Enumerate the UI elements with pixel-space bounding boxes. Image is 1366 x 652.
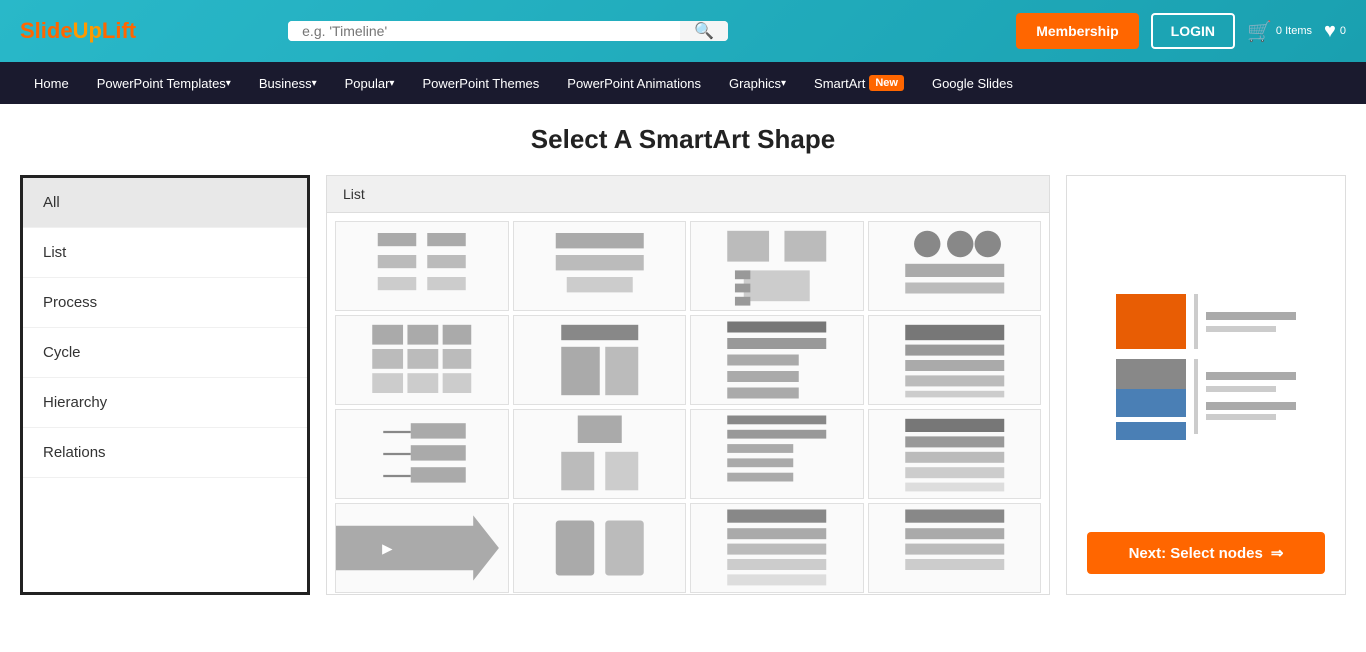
nav-item-home[interactable]: Home [20,62,83,104]
shape-cell-3[interactable] [690,221,864,311]
nav-bar: Home PowerPoint Templates Business Popul… [0,62,1366,104]
nav-item-popular[interactable]: Popular [331,62,409,104]
shape-cell-11[interactable] [690,409,864,499]
new-badge: New [869,75,904,91]
search-bar: 🔍 [288,21,728,41]
login-button[interactable]: LOGIN [1151,13,1235,49]
shape-cell-5[interactable] [335,315,509,405]
shapes-panel: List [326,175,1050,595]
shape-cell-14[interactable] [513,503,687,593]
header: SlideUpLift 🔍 Membership LOGIN 🛒0 Items … [0,0,1366,62]
category-sidebar: All List Process Cycle Hierarchy Relatio… [20,175,310,595]
page-title: Select A SmartArt Shape [20,124,1346,155]
search-button[interactable]: 🔍 [680,21,728,41]
shapes-grid: ▶ [327,213,1049,595]
content-area: All List Process Cycle Hierarchy Relatio… [20,175,1346,595]
svg-text:▶: ▶ [382,541,393,556]
shapes-header: List [327,176,1049,213]
nav-item-ppt-animations[interactable]: PowerPoint Animations [553,62,715,104]
nav-item-ppt-templates[interactable]: PowerPoint Templates [83,62,245,104]
shape-cell-16[interactable] [868,503,1042,593]
shape-cell-12[interactable] [868,409,1042,499]
nav-item-smartart[interactable]: SmartArt New [800,62,918,104]
cart-icon[interactable]: 🛒0 Items [1247,19,1312,44]
shape-cell-7[interactable] [690,315,864,405]
sidebar-item-all[interactable]: All [23,178,307,228]
next-button-label: Next: Select nodes [1129,545,1263,562]
header-right: Membership LOGIN 🛒0 Items ♥0 [1016,13,1346,49]
shape-cell-1[interactable] [335,221,509,311]
shape-cell-13[interactable]: ▶ [335,503,509,593]
wishlist-icon[interactable]: ♥0 [1324,20,1346,43]
sidebar-item-cycle[interactable]: Cycle [23,328,307,378]
preview-panel: Next: Select nodes ⇒ [1066,175,1346,595]
nav-item-graphics[interactable]: Graphics [715,62,800,104]
nav-item-ppt-themes[interactable]: PowerPoint Themes [408,62,553,104]
cart-count: 0 Items [1276,25,1312,37]
sidebar-item-hierarchy[interactable]: Hierarchy [23,378,307,428]
shape-cell-8[interactable] [868,315,1042,405]
shape-cell-10[interactable] [513,409,687,499]
sidebar-item-process[interactable]: Process [23,278,307,328]
logo[interactable]: SlideUpLift [20,18,136,44]
next-button-icon: ⇒ [1271,544,1284,562]
shape-cell-9[interactable] [335,409,509,499]
nav-item-google-slides[interactable]: Google Slides [918,62,1027,104]
shape-cell-15[interactable] [690,503,864,593]
search-input[interactable] [288,21,680,41]
preview-shape [1087,196,1325,532]
main-content: Select A SmartArt Shape All List Process… [0,104,1366,615]
shape-cell-6[interactable] [513,315,687,405]
sidebar-item-list[interactable]: List [23,228,307,278]
membership-button[interactable]: Membership [1016,13,1138,49]
wishlist-count: 0 [1340,25,1346,37]
shape-cell-4[interactable] [868,221,1042,311]
sidebar-item-relations[interactable]: Relations [23,428,307,478]
next-select-nodes-button[interactable]: Next: Select nodes ⇒ [1087,532,1325,574]
nav-item-business[interactable]: Business [245,62,331,104]
shape-cell-2[interactable] [513,221,687,311]
